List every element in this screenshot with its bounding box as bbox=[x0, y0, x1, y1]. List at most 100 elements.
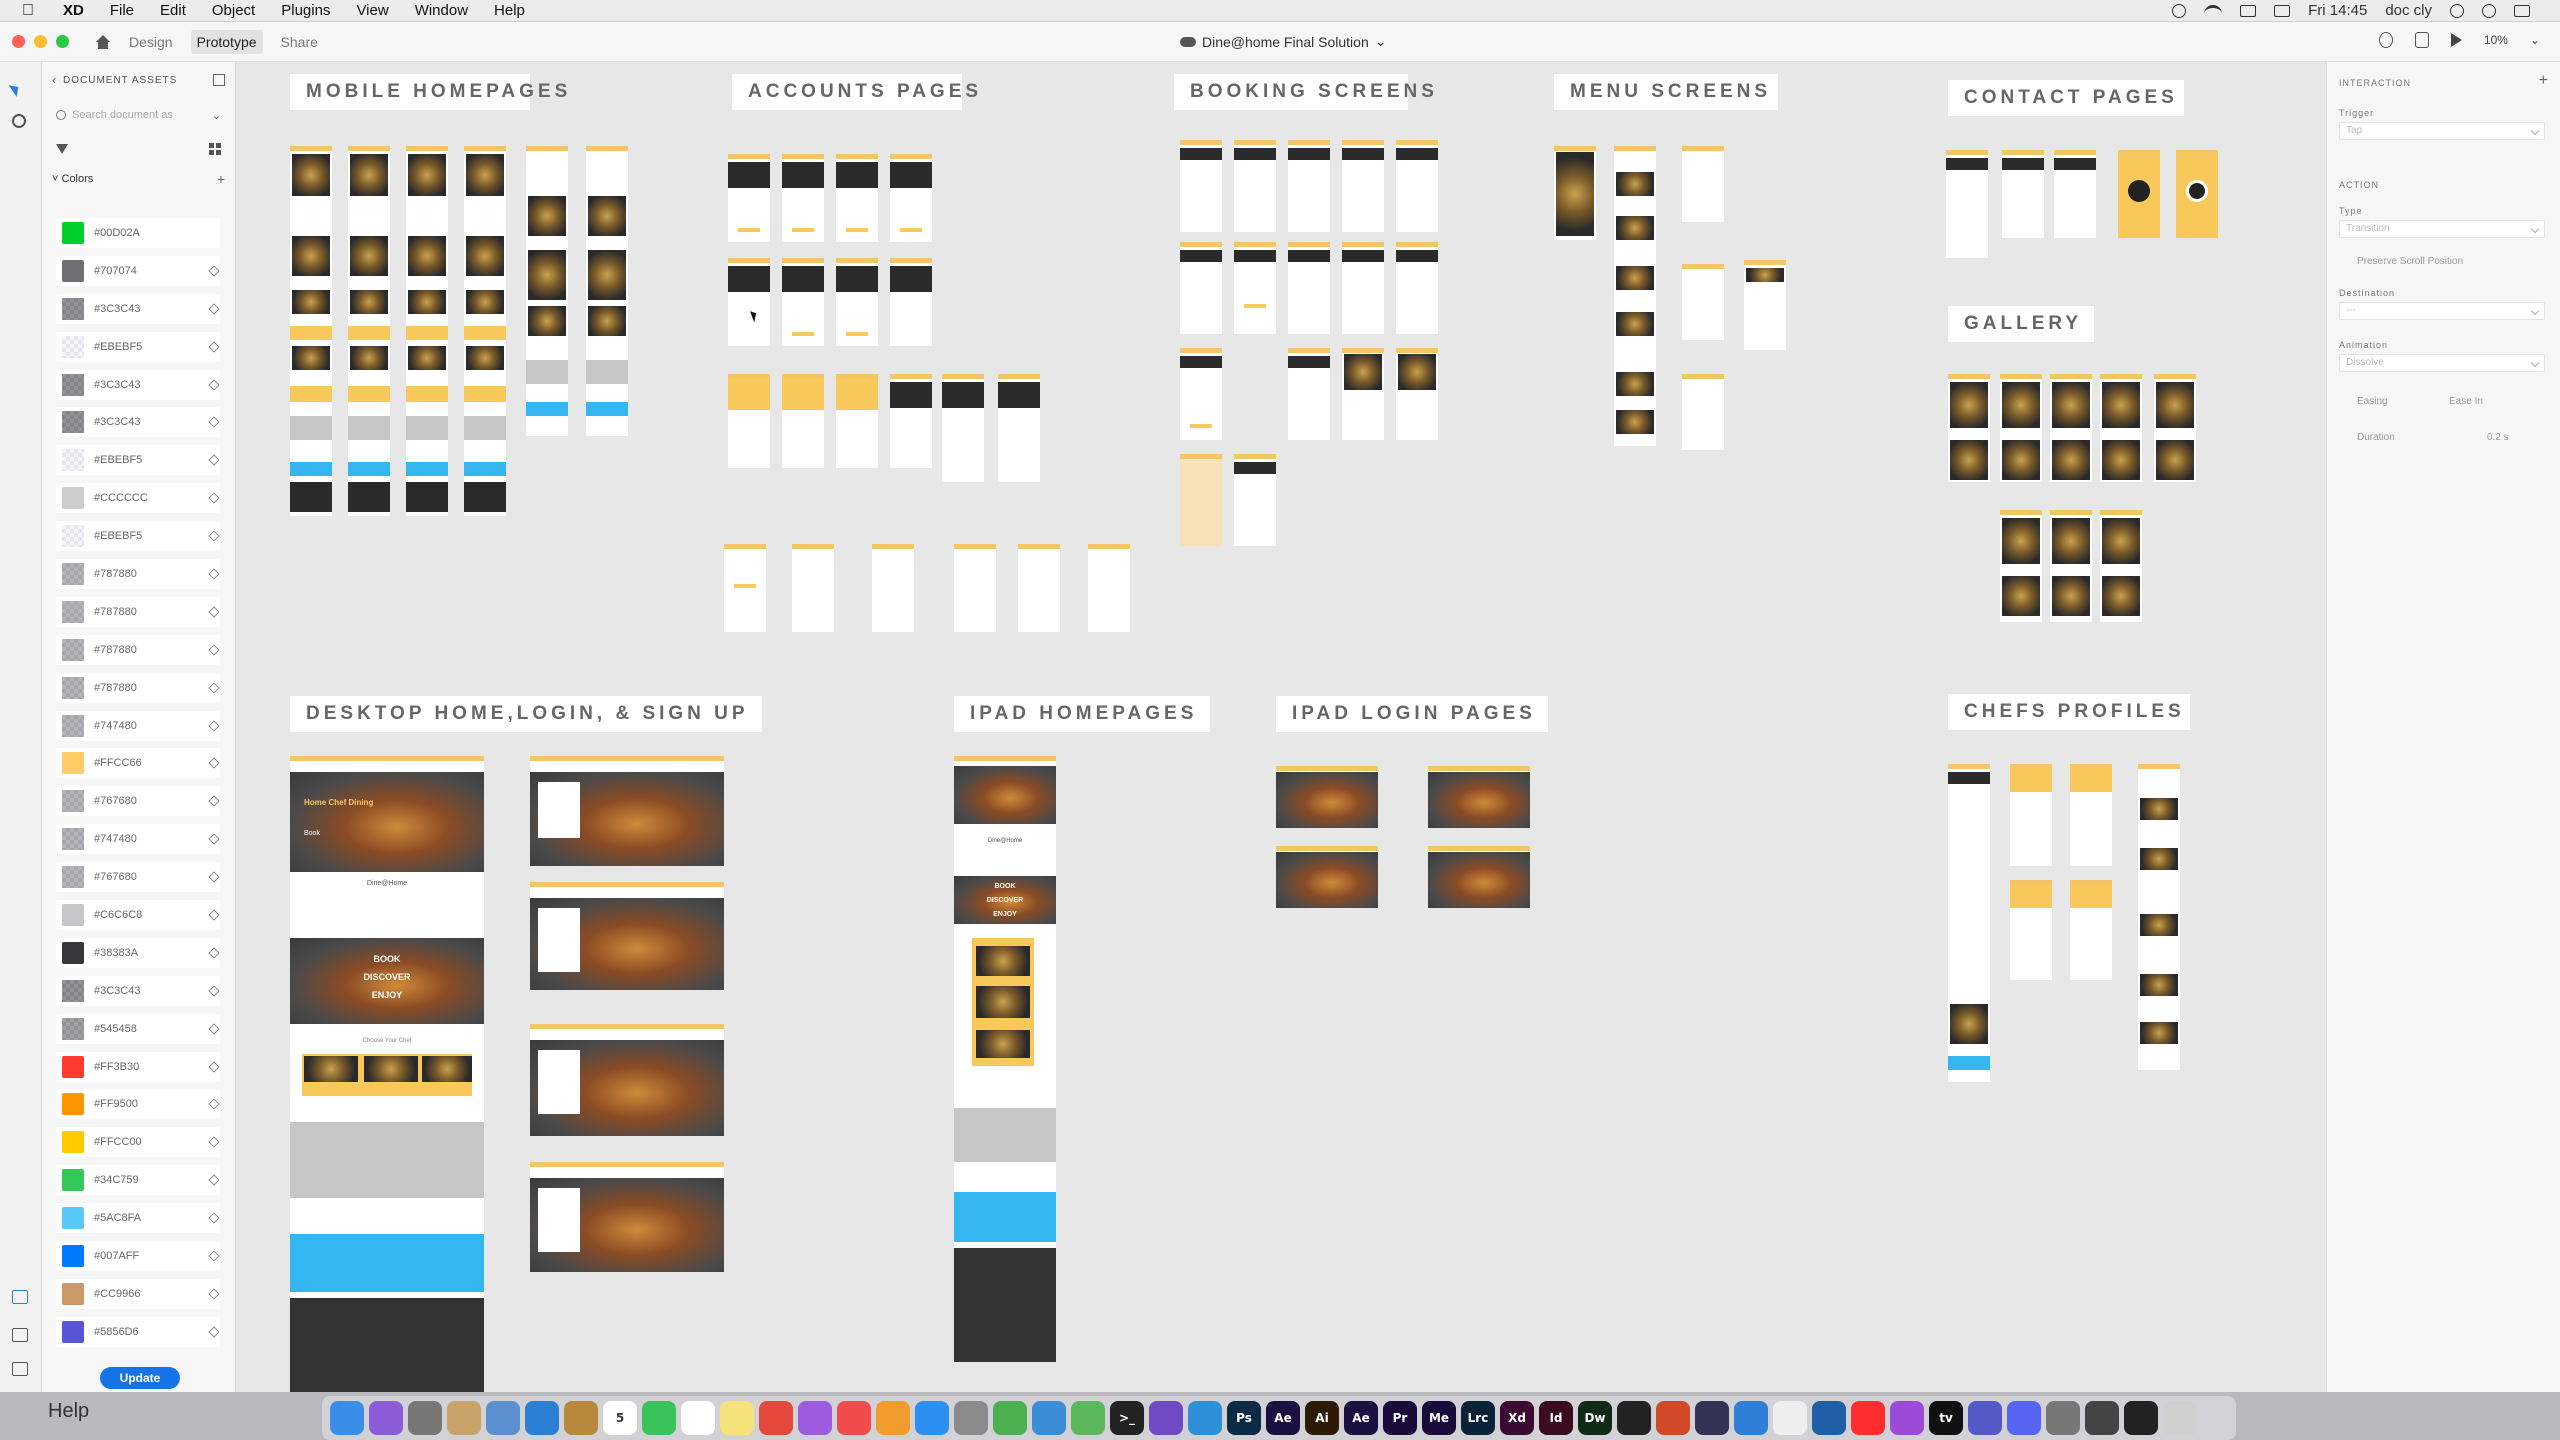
section-title-accounts[interactable]: ACCOUNTS PAGES bbox=[732, 74, 978, 110]
edit-pencil-icon[interactable] bbox=[208, 416, 220, 429]
launchpad-icon[interactable] bbox=[408, 1401, 442, 1435]
edit-pencil-icon[interactable] bbox=[208, 1136, 220, 1148]
edit-pencil-icon[interactable] bbox=[208, 1098, 220, 1111]
artboard-mobile-1[interactable] bbox=[290, 146, 332, 516]
color-swatch-row[interactable]: #747480 bbox=[56, 707, 232, 745]
edit-pencil-icon[interactable] bbox=[208, 909, 220, 921]
textedit-icon[interactable] bbox=[1773, 1401, 1807, 1435]
color-swatch-row[interactable]: #CC9966 bbox=[56, 1275, 232, 1313]
document-title[interactable]: Dine@home Final Solution ⌄ bbox=[1180, 33, 1386, 50]
add-interaction-icon[interactable]: + bbox=[2539, 72, 2548, 90]
layers-icon[interactable] bbox=[12, 1328, 28, 1342]
display-icon[interactable] bbox=[2240, 4, 2257, 17]
artboard-accounts-6[interactable] bbox=[782, 258, 824, 346]
artboard-chefs-3[interactable] bbox=[2070, 764, 2112, 866]
edit-pencil-icon[interactable] bbox=[208, 833, 220, 845]
finder-icon[interactable] bbox=[330, 1401, 364, 1435]
edit-pencil-icon[interactable] bbox=[208, 795, 220, 807]
color-swatch-item[interactable]: #767680 bbox=[56, 862, 220, 893]
color-swatch-item[interactable]: #787880 bbox=[56, 634, 220, 665]
artboard-mobile-6[interactable] bbox=[586, 146, 628, 436]
artboard-ipad-login-2[interactable] bbox=[1428, 766, 1530, 828]
edit-pencil-icon[interactable] bbox=[208, 681, 220, 694]
artboard-accounts-16[interactable] bbox=[792, 544, 834, 632]
siri-menubar-icon[interactable] bbox=[2482, 3, 2496, 18]
color-swatch-item[interactable]: #747480 bbox=[56, 710, 220, 741]
artboard-mobile-2[interactable] bbox=[348, 146, 390, 516]
collapse-chevron-icon[interactable]: ˅ bbox=[52, 173, 58, 185]
artboard-accounts-9[interactable] bbox=[728, 374, 770, 468]
color-swatch-row[interactable]: #767680 bbox=[56, 782, 232, 820]
artboard-gallery-1[interactable] bbox=[1948, 374, 1990, 482]
artboard-menu-1[interactable] bbox=[1554, 146, 1596, 240]
color-swatch-row[interactable]: #EBEBF5 bbox=[56, 441, 232, 479]
color-swatch-item[interactable]: #FFCC00 bbox=[56, 1127, 220, 1158]
artboard-desktop-login-1[interactable] bbox=[530, 756, 724, 866]
color-swatch-item[interactable]: #787880 bbox=[56, 672, 220, 703]
color-swatch-row[interactable]: #3C3C43 bbox=[56, 403, 232, 441]
dreamweaver-icon[interactable]: Dw bbox=[1578, 1401, 1612, 1435]
stickies-icon[interactable] bbox=[720, 1401, 754, 1435]
artboard-desktop-signup-2[interactable] bbox=[530, 1162, 724, 1272]
artboard-mobile-4[interactable] bbox=[464, 146, 506, 516]
color-swatch-row[interactable]: #787880 bbox=[56, 631, 232, 669]
color-swatch-item[interactable]: #3C3C43 bbox=[56, 407, 220, 438]
youtube-icon[interactable] bbox=[1851, 1401, 1885, 1435]
stopwatch-icon[interactable] bbox=[2172, 3, 2187, 18]
appletv-icon[interactable]: tv bbox=[1929, 1401, 1963, 1435]
menu-edit[interactable]: Edit bbox=[147, 2, 199, 19]
menu-object[interactable]: Object bbox=[199, 2, 268, 19]
color-swatch-row[interactable]: #CCCCCC bbox=[56, 479, 232, 517]
color-swatch-item[interactable]: #3C3C43 bbox=[56, 293, 220, 324]
colors-section-header[interactable]: ˅ Colors + bbox=[42, 166, 235, 192]
color-swatch-row[interactable]: #C6C6C8 bbox=[56, 896, 232, 934]
filter-icon[interactable] bbox=[56, 144, 68, 154]
teams-icon[interactable] bbox=[1968, 1401, 2002, 1435]
artboard-contact-5[interactable] bbox=[2176, 150, 2218, 238]
color-swatch-item[interactable]: #FFCC66 bbox=[56, 748, 220, 779]
color-swatch-item[interactable]: #545458 bbox=[56, 1013, 220, 1044]
artboard-gallery-6[interactable] bbox=[2000, 510, 2042, 622]
artboard-chefs-4[interactable] bbox=[2010, 880, 2052, 980]
edit-pencil-icon[interactable] bbox=[208, 454, 220, 466]
artboard-chefs-6[interactable] bbox=[2138, 764, 2180, 1070]
premiere-icon[interactable]: Pr bbox=[1383, 1401, 1417, 1435]
edit-pencil-icon[interactable] bbox=[208, 1250, 220, 1262]
artboard-ipad-login-3[interactable] bbox=[1276, 846, 1378, 908]
artboard-ipad-login-1[interactable] bbox=[1276, 766, 1378, 828]
zoom-level[interactable]: 10% bbox=[2484, 33, 2508, 47]
discord-icon[interactable] bbox=[2007, 1401, 2041, 1435]
color-swatch-item[interactable]: #3C3C43 bbox=[56, 369, 220, 400]
edit-pencil-icon[interactable] bbox=[208, 530, 220, 542]
facetime-icon[interactable] bbox=[642, 1401, 676, 1435]
color-swatch-item[interactable]: #34C759 bbox=[56, 1165, 220, 1196]
monitor-icon[interactable] bbox=[2085, 1401, 2119, 1435]
mediaencoder-icon[interactable]: Me bbox=[1422, 1401, 1456, 1435]
spotlight-icon[interactable] bbox=[2450, 3, 2464, 18]
close-window-icon[interactable] bbox=[12, 35, 25, 48]
artboard-booking-9[interactable] bbox=[1342, 242, 1384, 334]
artboard-gallery-4[interactable] bbox=[2100, 374, 2142, 482]
artboard-accounts-13[interactable] bbox=[942, 374, 984, 482]
visual-studio-icon[interactable] bbox=[1149, 1401, 1183, 1435]
artboard-accounts-15[interactable] bbox=[724, 544, 766, 632]
edit-pencil-icon[interactable] bbox=[208, 265, 220, 277]
edit-pencil-icon[interactable] bbox=[208, 1288, 220, 1300]
artboard-ipad-home[interactable]: Dine@Home BOOK DISCOVER ENJOY bbox=[954, 756, 1056, 1362]
color-swatch-row[interactable]: #FF3B30 bbox=[56, 1048, 232, 1086]
xd-icon[interactable]: Xd bbox=[1500, 1401, 1534, 1435]
artboard-gallery-8[interactable] bbox=[2100, 510, 2142, 622]
preserve-scroll-label[interactable]: Preserve Scroll Position bbox=[2357, 256, 2463, 267]
trash-icon[interactable] bbox=[2163, 1401, 2197, 1435]
section-title-menu[interactable]: MENU SCREENS bbox=[1554, 74, 1778, 110]
color-swatch-item[interactable]: #00D02A bbox=[56, 217, 220, 248]
play-icon[interactable] bbox=[2450, 33, 2462, 47]
edit-pencil-icon[interactable] bbox=[208, 303, 220, 315]
preview-icon[interactable] bbox=[486, 1401, 520, 1435]
help-label[interactable]: Help bbox=[48, 1400, 89, 1423]
color-swatch-item[interactable]: #EBEBF5 bbox=[56, 331, 220, 362]
color-swatch-item[interactable]: #FF9500 bbox=[56, 1089, 220, 1120]
edit-pencil-icon[interactable] bbox=[208, 1174, 220, 1186]
artboard-mobile-5[interactable] bbox=[526, 146, 568, 436]
artboard-menu-6[interactable] bbox=[1682, 374, 1724, 450]
